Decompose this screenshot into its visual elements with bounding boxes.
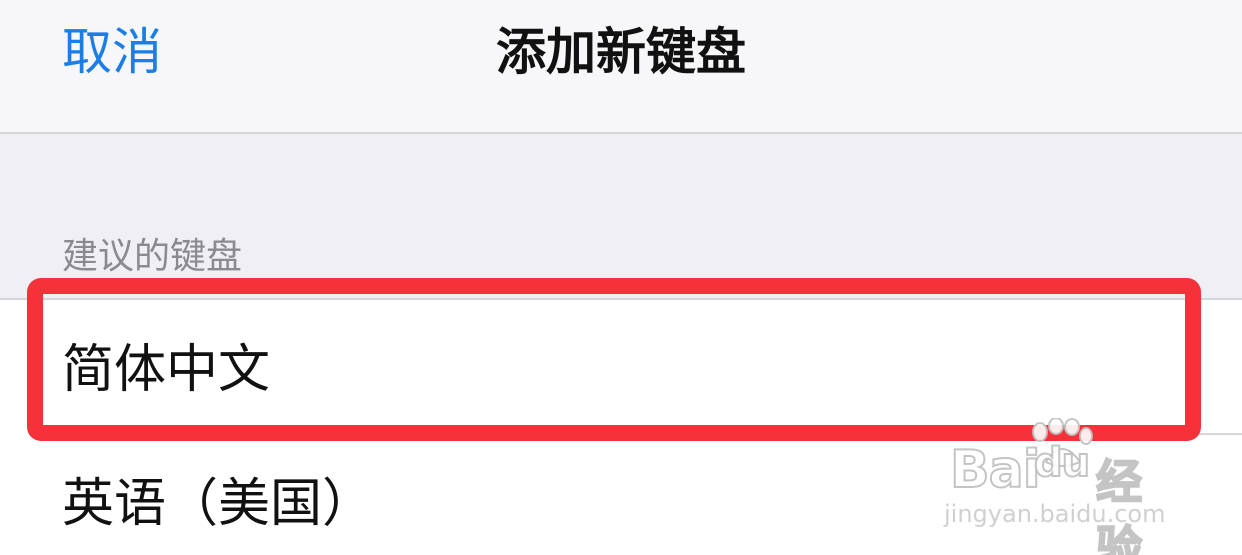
- page-title: 添加新键盘: [496, 23, 746, 81]
- navigation-bar: 取消 添加新键盘: [0, 0, 1242, 134]
- keyboard-list: 简体中文 英语（美国）: [0, 298, 1242, 555]
- list-item-keyboard-english-us[interactable]: 英语（美国）: [0, 436, 1242, 555]
- list-item-keyboard-simplified-chinese[interactable]: 简体中文: [0, 300, 1242, 436]
- divider: [62, 433, 1242, 435]
- section-header-suggested-keyboards: 建议的键盘: [62, 236, 243, 277]
- settings-screen: 取消 添加新键盘 建议的键盘 简体中文 英语（美国） Bai du 经验 jin…: [0, 0, 1242, 555]
- list-item-label: 英语（美国）: [62, 474, 375, 534]
- list-item-label: 简体中文: [62, 340, 271, 400]
